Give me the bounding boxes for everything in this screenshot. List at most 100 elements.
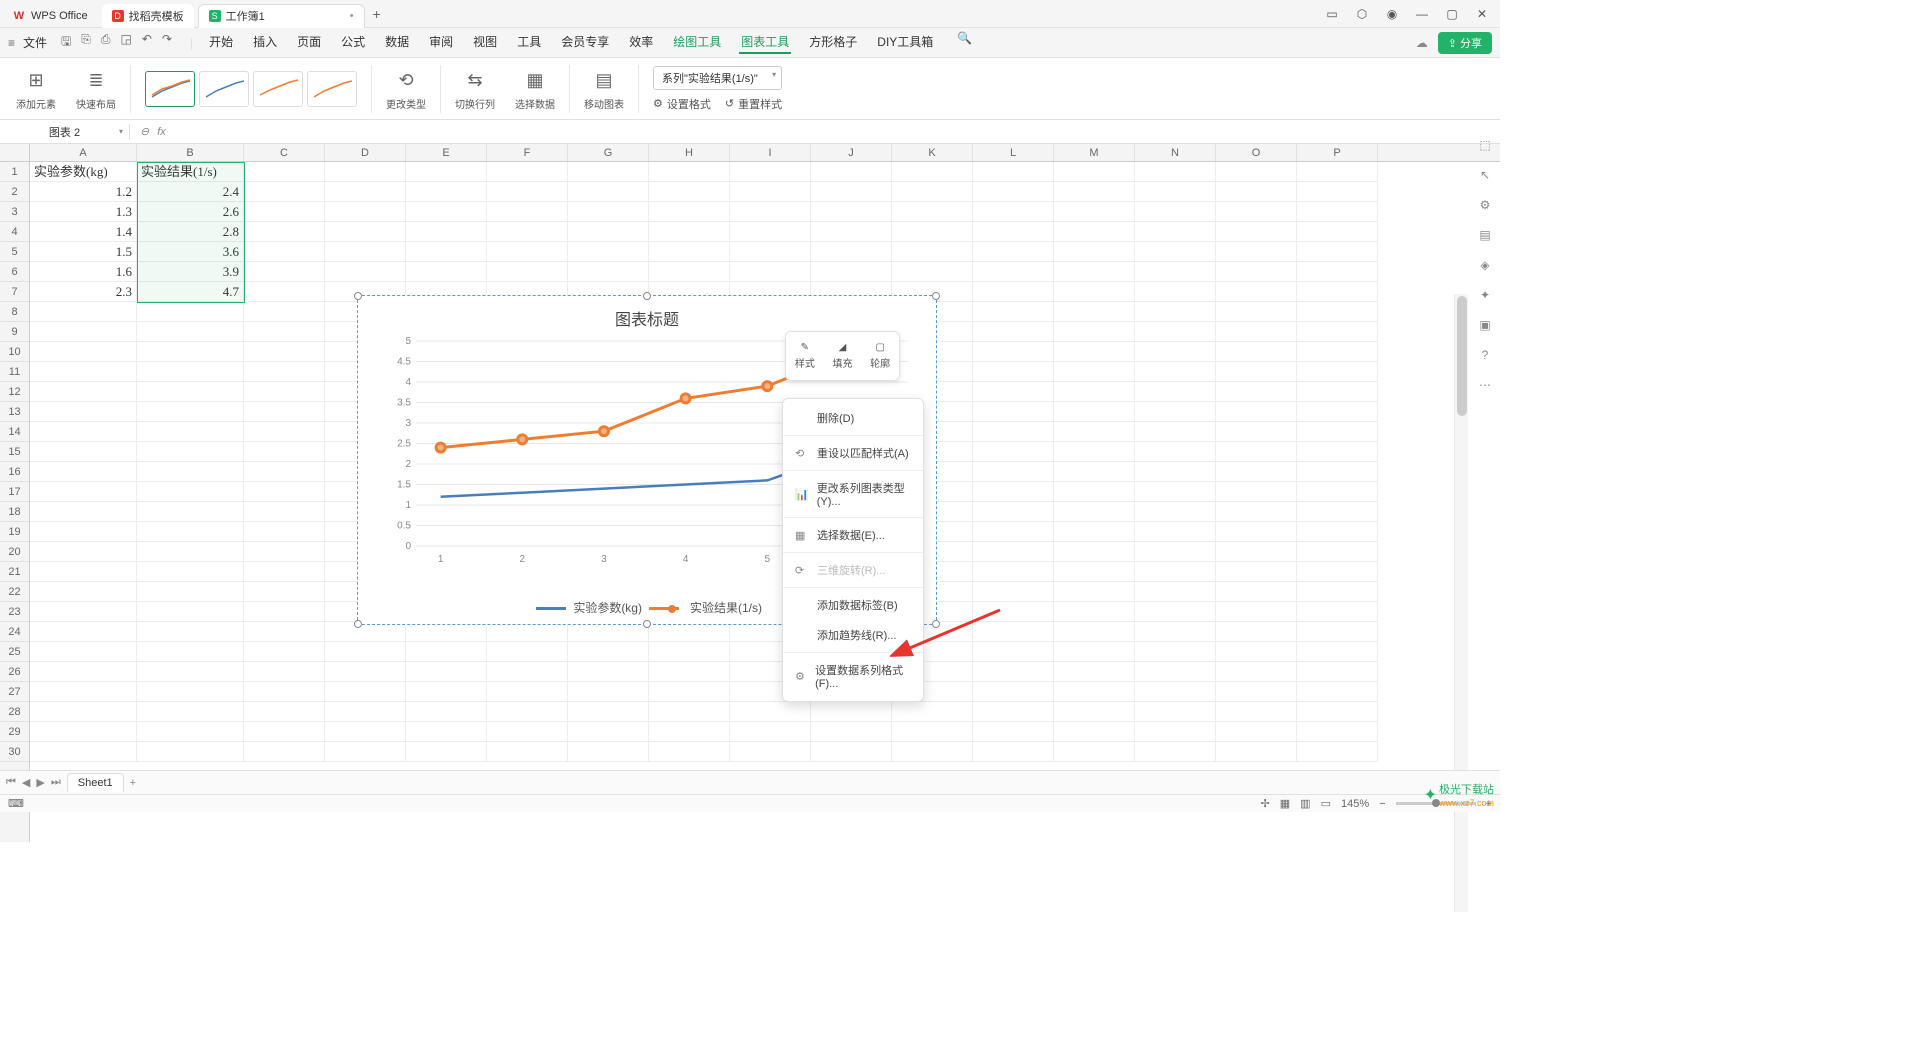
cell-A12[interactable] xyxy=(30,382,137,402)
file-menu[interactable]: 文件 xyxy=(23,34,47,51)
cell-K29[interactable] xyxy=(892,722,973,742)
cell-N5[interactable] xyxy=(1135,242,1216,262)
cell-I1[interactable] xyxy=(730,162,811,182)
cell-B22[interactable] xyxy=(137,582,244,602)
add-sheet-button[interactable]: + xyxy=(130,777,136,789)
cell-E6[interactable] xyxy=(406,262,487,282)
cell-L5[interactable] xyxy=(973,242,1054,262)
cell-L8[interactable] xyxy=(973,302,1054,322)
quick-layout-button[interactable]: ≣ 快速布局 xyxy=(70,66,122,111)
cell-O3[interactable] xyxy=(1216,202,1297,222)
cell-M1[interactable] xyxy=(1054,162,1135,182)
cell-O23[interactable] xyxy=(1216,602,1297,622)
ctx-add-trend[interactable]: 添加趋势线(R)... xyxy=(783,620,923,650)
cell-D24[interactable] xyxy=(325,622,406,642)
cell-F29[interactable] xyxy=(487,722,568,742)
cell-D27[interactable] xyxy=(325,682,406,702)
cell-H26[interactable] xyxy=(649,662,730,682)
cell-O13[interactable] xyxy=(1216,402,1297,422)
cell-N21[interactable] xyxy=(1135,562,1216,582)
cell-L9[interactable] xyxy=(973,322,1054,342)
ctx-add-label[interactable]: 添加数据标签(B) xyxy=(783,590,923,620)
cell-C4[interactable] xyxy=(244,222,325,242)
cell-L10[interactable] xyxy=(973,342,1054,362)
cell-C22[interactable] xyxy=(244,582,325,602)
cell-B29[interactable] xyxy=(137,722,244,742)
row-header-25[interactable]: 25 xyxy=(0,642,29,662)
cell-P2[interactable] xyxy=(1297,182,1378,202)
cell-M17[interactable] xyxy=(1054,482,1135,502)
ctx-reset-match[interactable]: ⟲重设以匹配样式(A) xyxy=(783,438,923,468)
cell-N3[interactable] xyxy=(1135,202,1216,222)
cell-I29[interactable] xyxy=(730,722,811,742)
row-header-11[interactable]: 11 xyxy=(0,362,29,382)
cell-G29[interactable] xyxy=(568,722,649,742)
cell-O19[interactable] xyxy=(1216,522,1297,542)
cell-N22[interactable] xyxy=(1135,582,1216,602)
cell-P28[interactable] xyxy=(1297,702,1378,722)
cell-C9[interactable] xyxy=(244,322,325,342)
cell-B23[interactable] xyxy=(137,602,244,622)
cell-D30[interactable] xyxy=(325,742,406,762)
cell-B25[interactable] xyxy=(137,642,244,662)
cell-A2[interactable]: 1.2 xyxy=(30,182,137,202)
row-header-12[interactable]: 12 xyxy=(0,382,29,402)
undo-icon[interactable]: ↶ xyxy=(142,32,152,53)
cell-A8[interactable] xyxy=(30,302,137,322)
cell-H2[interactable] xyxy=(649,182,730,202)
resize-handle-sw[interactable] xyxy=(354,620,362,628)
cell-A5[interactable]: 1.5 xyxy=(30,242,137,262)
cell-A10[interactable] xyxy=(30,342,137,362)
cell-L15[interactable] xyxy=(973,442,1054,462)
tab-diy[interactable]: DIY工具箱 xyxy=(875,31,935,54)
sidebar-panel-icon[interactable]: ▣ xyxy=(1479,318,1490,332)
row-header-18[interactable]: 18 xyxy=(0,502,29,522)
col-header-P[interactable]: P xyxy=(1297,144,1378,161)
cell-L16[interactable] xyxy=(973,462,1054,482)
select-all-corner[interactable] xyxy=(0,144,30,161)
cell-B5[interactable]: 3.6 xyxy=(137,242,244,262)
sheet-last-icon[interactable]: ⏭ xyxy=(51,776,61,789)
sidebar-star-icon[interactable]: ✦ xyxy=(1480,288,1490,302)
cell-M22[interactable] xyxy=(1054,582,1135,602)
tab-page[interactable]: 页面 xyxy=(295,31,323,54)
sidebar-settings-icon[interactable]: ⚙ xyxy=(1480,198,1491,212)
sidebar-style-icon[interactable]: ◈ xyxy=(1480,258,1489,272)
cell-O1[interactable] xyxy=(1216,162,1297,182)
cell-M28[interactable] xyxy=(1054,702,1135,722)
cell-A4[interactable]: 1.4 xyxy=(30,222,137,242)
zoom-value[interactable]: 145% xyxy=(1341,798,1369,810)
cell-P7[interactable] xyxy=(1297,282,1378,302)
cell-H1[interactable] xyxy=(649,162,730,182)
cell-J1[interactable] xyxy=(811,162,892,182)
cell-L29[interactable] xyxy=(973,722,1054,742)
cell-A23[interactable] xyxy=(30,602,137,622)
cell-M4[interactable] xyxy=(1054,222,1135,242)
cell-J4[interactable] xyxy=(811,222,892,242)
sidebar-cursor-icon[interactable]: ↖ xyxy=(1480,168,1490,182)
col-header-O[interactable]: O xyxy=(1216,144,1297,161)
scrollbar-thumb[interactable] xyxy=(1457,296,1467,416)
cell-F27[interactable] xyxy=(487,682,568,702)
share-button[interactable]: ⇪ 分享 xyxy=(1438,32,1492,54)
cell-N16[interactable] xyxy=(1135,462,1216,482)
cell-O14[interactable] xyxy=(1216,422,1297,442)
cell-M21[interactable] xyxy=(1054,562,1135,582)
cell-G6[interactable] xyxy=(568,262,649,282)
cell-O29[interactable] xyxy=(1216,722,1297,742)
tab-formula[interactable]: 公式 xyxy=(339,31,367,54)
cell-M12[interactable] xyxy=(1054,382,1135,402)
cell-B2[interactable]: 2.4 xyxy=(137,182,244,202)
row-header-28[interactable]: 28 xyxy=(0,702,29,722)
cell-K4[interactable] xyxy=(892,222,973,242)
cell-M9[interactable] xyxy=(1054,322,1135,342)
cell-P25[interactable] xyxy=(1297,642,1378,662)
cell-N7[interactable] xyxy=(1135,282,1216,302)
zoom-out-icon[interactable]: − xyxy=(1379,798,1385,810)
new-tab-button[interactable]: + xyxy=(367,6,387,22)
cell-G30[interactable] xyxy=(568,742,649,762)
cell-C7[interactable] xyxy=(244,282,325,302)
cell-P1[interactable] xyxy=(1297,162,1378,182)
cell-J6[interactable] xyxy=(811,262,892,282)
cell-L3[interactable] xyxy=(973,202,1054,222)
